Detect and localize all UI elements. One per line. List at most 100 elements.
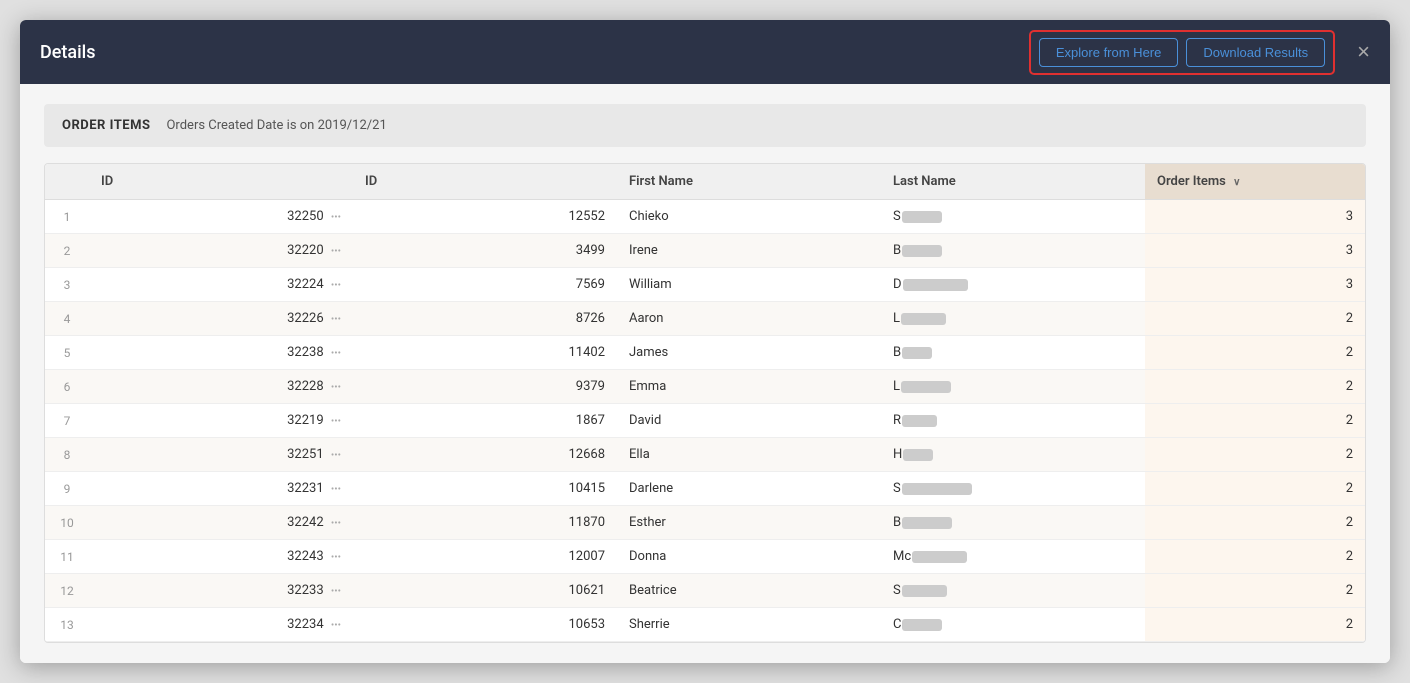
cell-rownum: 12 <box>45 574 89 608</box>
dots-icon[interactable]: ••• <box>331 620 341 631</box>
col-header-id1[interactable]: ID <box>89 164 353 200</box>
table-row: 2 32220 ••• 3499 Irene B 3 <box>45 234 1365 268</box>
cell-rownum: 6 <box>45 370 89 404</box>
cell-orderitems: 2 <box>1145 404 1365 438</box>
dots-icon[interactable]: ••• <box>331 450 341 461</box>
cell-lastname: S <box>881 200 1145 234</box>
cell-rownum: 1 <box>45 200 89 234</box>
cell-id2: 11402 <box>353 336 617 370</box>
data-table: ID ID First Name Last Name Order Items ∨… <box>45 164 1365 642</box>
cell-orderitems: 2 <box>1145 336 1365 370</box>
download-results-button[interactable]: Download Results <box>1186 38 1325 67</box>
cell-id2: 8726 <box>353 302 617 336</box>
col-header-lastname[interactable]: Last Name <box>881 164 1145 200</box>
cell-rownum: 11 <box>45 540 89 574</box>
section-description: Orders Created Date is on 2019/12/21 <box>166 118 386 133</box>
cell-id2: 3499 <box>353 234 617 268</box>
cell-lastname: S <box>881 472 1145 506</box>
cell-id1: 32231 ••• <box>89 472 353 506</box>
sort-icon: ∨ <box>1233 177 1240 188</box>
cell-firstname: Beatrice <box>617 574 881 608</box>
col-header-rownum <box>45 164 89 200</box>
cell-firstname: Chieko <box>617 200 881 234</box>
table-row: 1 32250 ••• 12552 Chieko S 3 <box>45 200 1365 234</box>
cell-id1: 32243 ••• <box>89 540 353 574</box>
table-row: 11 32243 ••• 12007 Donna Mc 2 <box>45 540 1365 574</box>
cell-id1: 32233 ••• <box>89 574 353 608</box>
cell-id1: 32238 ••• <box>89 336 353 370</box>
table-header: ID ID First Name Last Name Order Items ∨ <box>45 164 1365 200</box>
cell-id2: 10621 <box>353 574 617 608</box>
cell-rownum: 13 <box>45 608 89 642</box>
cell-orderitems: 2 <box>1145 472 1365 506</box>
dots-icon[interactable]: ••• <box>331 314 341 325</box>
cell-lastname: B <box>881 336 1145 370</box>
cell-id2: 7569 <box>353 268 617 302</box>
cell-rownum: 4 <box>45 302 89 336</box>
cell-id1: 32250 ••• <box>89 200 353 234</box>
cell-orderitems: 2 <box>1145 370 1365 404</box>
table-row: 5 32238 ••• 11402 James B 2 <box>45 336 1365 370</box>
col-header-id2[interactable]: ID <box>353 164 617 200</box>
cell-rownum: 5 <box>45 336 89 370</box>
cell-orderitems: 3 <box>1145 268 1365 302</box>
cell-rownum: 7 <box>45 404 89 438</box>
dots-icon[interactable]: ••• <box>331 518 341 529</box>
dots-icon[interactable]: ••• <box>331 212 341 223</box>
cell-id2: 9379 <box>353 370 617 404</box>
explore-from-here-button[interactable]: Explore from Here <box>1039 38 1178 67</box>
table-body: 1 32250 ••• 12552 Chieko S 3 2 32220 •••… <box>45 200 1365 642</box>
details-modal: Details Explore from Here Download Resul… <box>20 20 1390 663</box>
cell-id1: 32234 ••• <box>89 608 353 642</box>
cell-id2: 10415 <box>353 472 617 506</box>
dots-icon[interactable]: ••• <box>331 382 341 393</box>
cell-id2: 1867 <box>353 404 617 438</box>
header-row: ID ID First Name Last Name Order Items ∨ <box>45 164 1365 200</box>
data-table-container: ID ID First Name Last Name Order Items ∨… <box>44 163 1366 643</box>
table-row: 12 32233 ••• 10621 Beatrice S 2 <box>45 574 1365 608</box>
col-header-orderitems[interactable]: Order Items ∨ <box>1145 164 1365 200</box>
cell-orderitems: 2 <box>1145 608 1365 642</box>
cell-firstname: Aaron <box>617 302 881 336</box>
dots-icon[interactable]: ••• <box>331 348 341 359</box>
cell-id1: 32242 ••• <box>89 506 353 540</box>
section-label: ORDER ITEMS <box>62 118 150 133</box>
cell-rownum: 2 <box>45 234 89 268</box>
table-row: 4 32226 ••• 8726 Aaron L 2 <box>45 302 1365 336</box>
cell-id1: 32224 ••• <box>89 268 353 302</box>
cell-id1: 32228 ••• <box>89 370 353 404</box>
cell-id1: 32251 ••• <box>89 438 353 472</box>
cell-firstname: Darlene <box>617 472 881 506</box>
cell-id1: 32220 ••• <box>89 234 353 268</box>
cell-firstname: William <box>617 268 881 302</box>
cell-orderitems: 2 <box>1145 540 1365 574</box>
cell-firstname: David <box>617 404 881 438</box>
cell-firstname: Irene <box>617 234 881 268</box>
dots-icon[interactable]: ••• <box>331 416 341 427</box>
cell-id2: 11870 <box>353 506 617 540</box>
close-button[interactable]: × <box>1357 41 1370 63</box>
dots-icon[interactable]: ••• <box>331 246 341 257</box>
cell-lastname: B <box>881 506 1145 540</box>
cell-firstname: Donna <box>617 540 881 574</box>
cell-lastname: C <box>881 608 1145 642</box>
dots-icon[interactable]: ••• <box>331 552 341 563</box>
cell-orderitems: 2 <box>1145 438 1365 472</box>
col-header-firstname[interactable]: First Name <box>617 164 881 200</box>
cell-firstname: James <box>617 336 881 370</box>
modal-header: Details Explore from Here Download Resul… <box>20 20 1390 84</box>
cell-orderitems: 3 <box>1145 234 1365 268</box>
cell-lastname: L <box>881 302 1145 336</box>
table-row: 3 32224 ••• 7569 William D 3 <box>45 268 1365 302</box>
dots-icon[interactable]: ••• <box>331 280 341 291</box>
cell-id2: 12007 <box>353 540 617 574</box>
cell-id2: 12668 <box>353 438 617 472</box>
cell-rownum: 8 <box>45 438 89 472</box>
dots-icon[interactable]: ••• <box>331 586 341 597</box>
cell-firstname: Emma <box>617 370 881 404</box>
dots-icon[interactable]: ••• <box>331 484 341 495</box>
cell-firstname: Sherrie <box>617 608 881 642</box>
cell-orderitems: 2 <box>1145 574 1365 608</box>
cell-firstname: Esther <box>617 506 881 540</box>
cell-lastname: H <box>881 438 1145 472</box>
